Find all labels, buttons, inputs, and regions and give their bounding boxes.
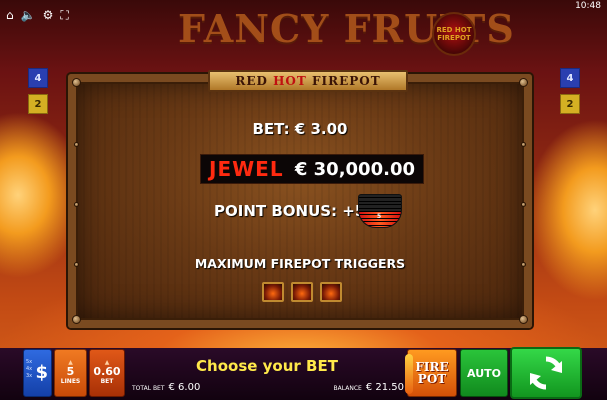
dollar-icon: $	[35, 362, 48, 383]
firepot-meter: 5	[358, 194, 402, 228]
bet-amount: BET: € 3.00	[252, 120, 348, 138]
firepot-button-line2: POT	[417, 372, 447, 386]
panel-title: RED HOT FIREPOT	[208, 70, 408, 92]
right-line-marker: 2	[560, 94, 580, 114]
paytable-button[interactable]: 5x 4x 3x $	[23, 349, 52, 397]
gear-icon[interactable]: ⚙	[43, 8, 54, 22]
firepot-meter-number: 5	[377, 213, 382, 220]
bet-value: 0.60	[93, 365, 121, 378]
jewel-value: € 30,000.00	[294, 158, 415, 180]
game-title: FANCY FRUITS	[178, 6, 515, 51]
game-scene: ⌂ 🔈 ⚙ ⛶ 10:48 FANCY FRUITS RED HOT FIREPO…	[0, 0, 607, 400]
max-triggers-label: MAXIMUM FIREPOT TRIGGERS	[194, 256, 406, 271]
choose-bet-prompt: Choose your BET	[196, 357, 338, 375]
panel-rivet	[519, 78, 528, 87]
firepot-icon	[291, 282, 313, 302]
panel-title-firepot: FIREPOT	[311, 74, 381, 88]
meter-segment	[359, 225, 401, 227]
lines-selector[interactable]: ▲ 5 LINES	[54, 349, 87, 397]
panel-rivet	[519, 315, 528, 324]
panel-rivet	[72, 78, 81, 87]
balance-label: BALANCE	[333, 385, 362, 392]
firepot-button[interactable]: FIRE POT	[405, 349, 457, 397]
sound-icon[interactable]: 🔈	[21, 8, 36, 22]
bet-label: BET	[100, 378, 114, 385]
bet-info-panel: Choose your BET TOTAL BET € 6.00 BALANCE €…	[130, 349, 404, 397]
panel-title-red: RED	[235, 74, 268, 88]
coin-stack-icon: 5x 4x 3x	[26, 359, 33, 379]
jewel-jackpot-row: JEWEL € 30,000.00	[200, 154, 424, 184]
jewel-label: JEWEL	[209, 157, 284, 181]
panel-rivet	[72, 315, 81, 324]
balance-value: € 21.50	[365, 382, 404, 393]
balance: BALANCE € 21.50	[334, 382, 404, 393]
top-toolbar: ⌂ 🔈 ⚙ ⛶	[6, 8, 69, 22]
left-line-marker: 2	[28, 94, 48, 114]
fullscreen-icon[interactable]: ⛶	[60, 8, 68, 22]
point-bonus: POINT BONUS: +5	[214, 202, 366, 220]
left-line-marker: 4	[28, 68, 48, 88]
game-logo: RED HOT FIREPOT	[432, 12, 476, 56]
panel-title-hot: HOT	[273, 74, 307, 88]
right-line-marker: 4	[560, 68, 580, 88]
home-icon[interactable]: ⌂	[6, 8, 14, 22]
panel-rivet	[74, 142, 79, 147]
bet-selector[interactable]: ▲ 0.60 BET	[89, 349, 125, 397]
panel-rivet	[521, 202, 526, 207]
paytable-panel: RED HOT FIREPOT BET: € 3.00 JEWEL € 30,0…	[68, 70, 532, 328]
lines-label: LINES	[60, 378, 81, 385]
status-clock: 10:48	[575, 1, 601, 11]
flame-icon	[405, 354, 413, 394]
spin-icon	[530, 356, 562, 390]
autoplay-button[interactable]: AUTO	[460, 349, 508, 397]
panel-rivet	[74, 202, 79, 207]
total-bet-label: TOTAL BET	[132, 385, 165, 392]
firepot-icon	[262, 282, 284, 302]
total-bet-value: € 6.00	[168, 382, 201, 393]
firepot-icon	[320, 282, 342, 302]
spin-button[interactable]	[510, 347, 582, 399]
panel-rivet	[521, 142, 526, 147]
total-bet: TOTAL BET € 6.00	[132, 382, 200, 393]
lines-value: 5	[66, 365, 75, 378]
firepot-trigger-icons	[262, 282, 342, 302]
